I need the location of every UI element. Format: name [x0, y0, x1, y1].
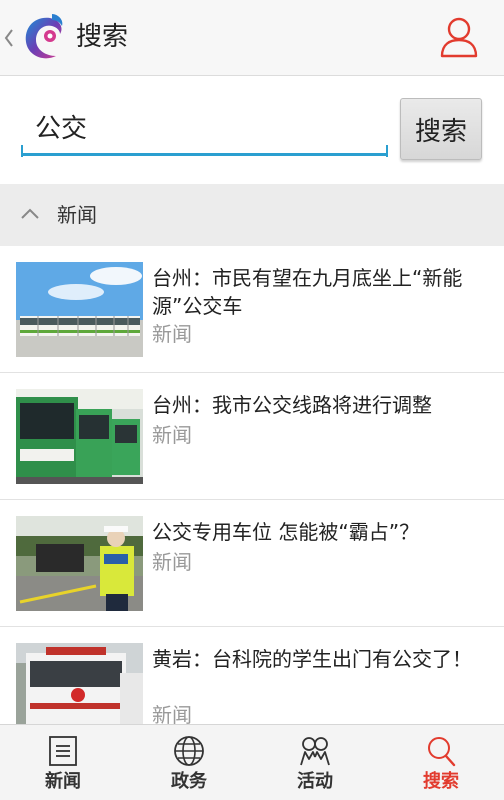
search-input[interactable]: [21, 100, 388, 156]
globe-icon: [174, 736, 204, 766]
tab-search[interactable]: 搜索: [378, 725, 504, 800]
tab-label: 活动: [297, 771, 333, 792]
list-item[interactable]: 台州：我市公交线路将进行调整 新闻: [0, 373, 504, 500]
tab-activities[interactable]: 活动: [252, 725, 378, 800]
section-title: 新闻: [57, 203, 97, 227]
news-category: 新闻: [152, 322, 192, 346]
list-item[interactable]: 黄岩：台科院的学生出门有公交了！ 新闻: [0, 627, 504, 724]
chevron-up-icon: [21, 208, 39, 219]
tab-label: 政务: [171, 771, 207, 792]
tab-government[interactable]: 政务: [126, 725, 252, 800]
search-button[interactable]: 搜索: [400, 98, 482, 160]
tab-label: 新闻: [45, 771, 81, 792]
section-header-news[interactable]: 新闻: [0, 184, 504, 246]
news-icon: [49, 736, 77, 766]
list-item[interactable]: 台州：市民有望在九月底坐上“新能源”公交车 新闻: [0, 246, 504, 373]
tab-label: 搜索: [423, 771, 459, 792]
bottom-tab-bar: 新闻 政务 活动 搜索: [0, 724, 504, 800]
news-category: 新闻: [152, 703, 192, 724]
news-title: 黄岩：台科院的学生出门有公交了！: [152, 647, 472, 671]
search-bar: 搜索: [0, 76, 504, 184]
page-title: 搜索: [76, 22, 129, 52]
news-title: 台州：我市公交线路将进行调整: [152, 393, 432, 417]
news-thumbnail: [16, 516, 143, 611]
news-category: 新闻: [152, 550, 192, 574]
news-category: 新闻: [152, 423, 192, 447]
app-header: 搜索: [0, 0, 504, 76]
news-thumbnail: [16, 643, 143, 724]
user-profile-icon[interactable]: [440, 16, 478, 58]
list-item[interactable]: 公交专用车位 怎能被“霸占”？ 新闻: [0, 500, 504, 627]
news-title: 台州：市民有望在九月底坐上“新能源”公交车: [152, 266, 463, 318]
input-underline-left-tick: [21, 145, 23, 157]
search-icon: [428, 737, 456, 767]
people-icon: [300, 737, 330, 766]
news-thumbnail: [16, 262, 143, 357]
news-title: 公交专用车位 怎能被“霸占”？: [152, 520, 420, 544]
tab-news[interactable]: 新闻: [0, 725, 126, 800]
input-underline-right-tick: [386, 145, 388, 157]
app-root: 搜索 搜索 新闻: [0, 0, 504, 800]
news-thumbnail: [16, 389, 143, 484]
app-logo-icon: [25, 14, 63, 59]
back-chevron-icon[interactable]: [4, 28, 14, 48]
news-list: 台州：市民有望在九月底坐上“新能源”公交车 新闻 台州：我市公交线路将进行调整 …: [0, 246, 504, 724]
